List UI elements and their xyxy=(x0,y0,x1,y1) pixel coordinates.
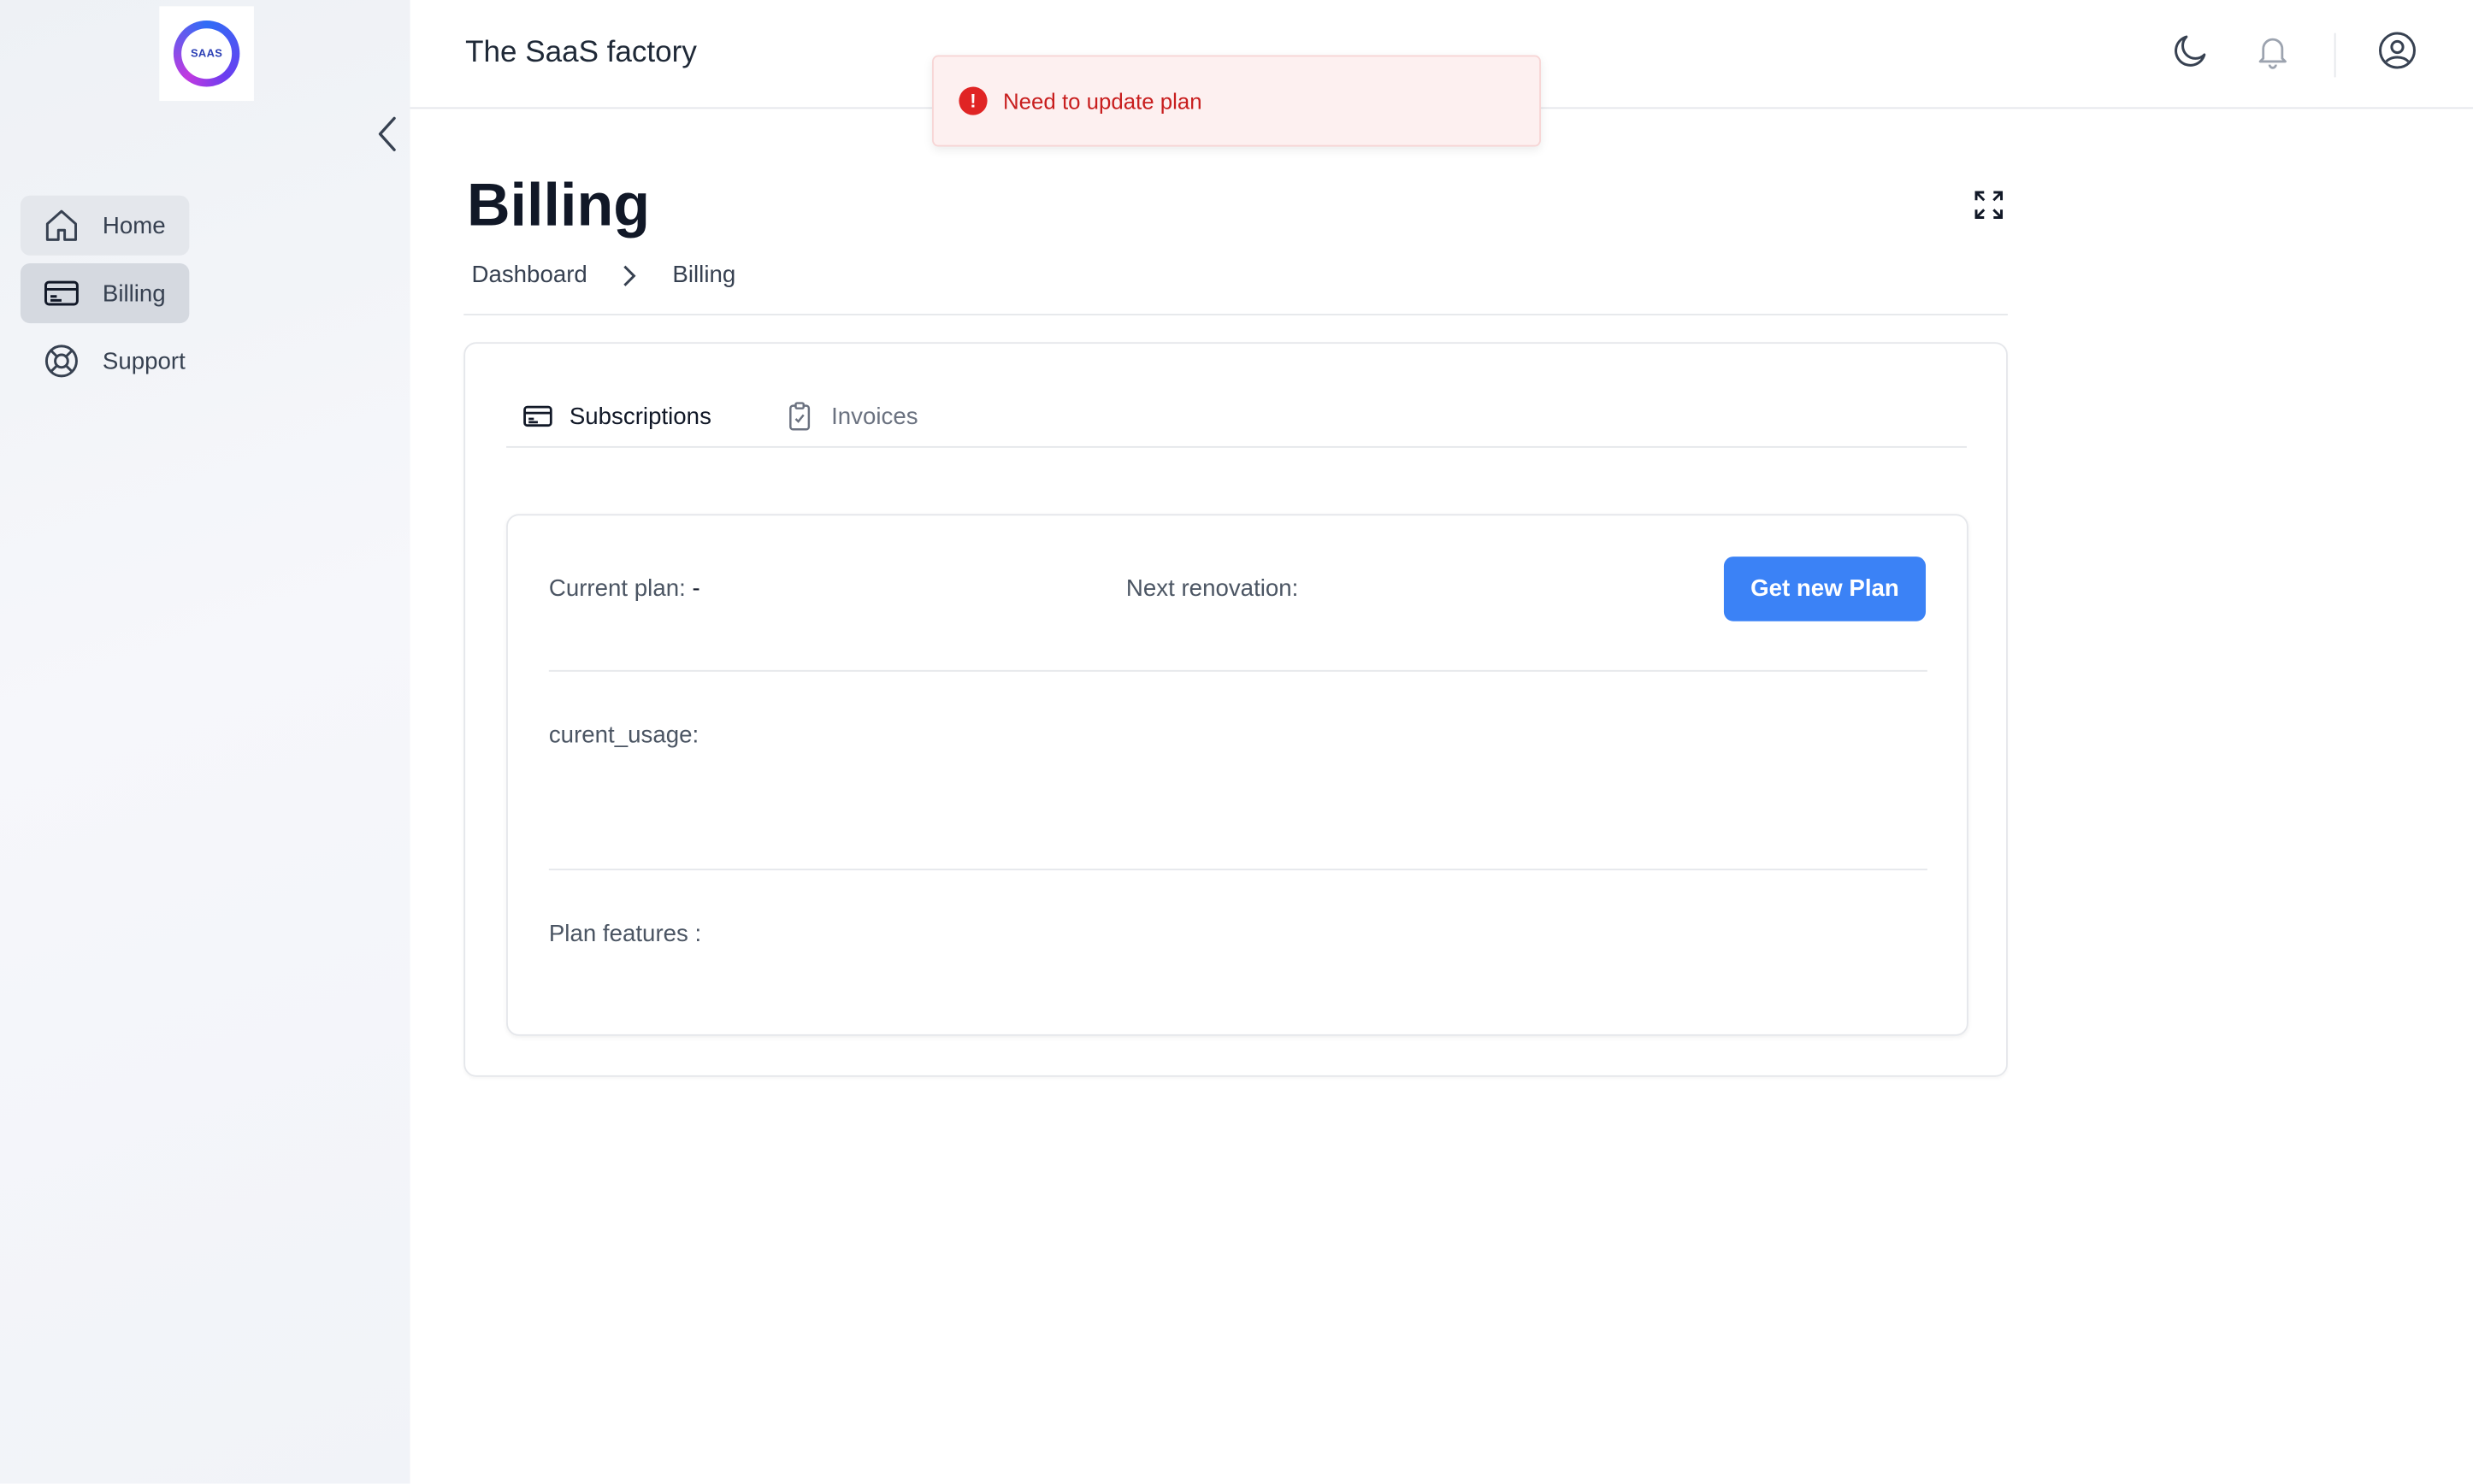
logo-ring: SAAS xyxy=(173,20,240,87)
app-title: The SaaS factory xyxy=(465,36,697,70)
sidebar-item-label: Home xyxy=(102,212,166,239)
tab-label: Invoices xyxy=(831,403,918,430)
page-title: Billing xyxy=(466,173,651,240)
sidebar-item-billing[interactable]: Billing xyxy=(20,263,190,324)
user-menu-button[interactable] xyxy=(2376,28,2420,73)
tab-subscriptions[interactable]: Subscriptions xyxy=(506,388,711,445)
tab-label: Subscriptions xyxy=(569,403,711,430)
home-icon xyxy=(43,207,80,244)
clipboard-check-icon xyxy=(784,400,816,432)
lifebuoy-icon xyxy=(43,342,80,380)
tab-invoices[interactable]: Invoices xyxy=(768,388,918,445)
logo[interactable]: SAAS xyxy=(159,6,254,102)
fullscreen-button[interactable] xyxy=(1972,187,2007,222)
plan-features-label: Plan features : xyxy=(548,921,702,948)
next-renovation-label: Next renovation: xyxy=(1125,575,1299,603)
bell-icon xyxy=(2258,38,2287,69)
sidebar-item-label: Billing xyxy=(102,280,166,307)
title-divider xyxy=(463,314,2008,315)
chevron-right-icon xyxy=(622,262,637,288)
theme-toggle-button[interactable] xyxy=(2169,28,2213,73)
get-new-plan-button[interactable]: Get new Plan xyxy=(1723,556,1927,621)
section-divider xyxy=(548,669,1927,672)
logo-text: SAAS xyxy=(181,28,233,80)
notifications-button[interactable] xyxy=(2251,28,2295,73)
header-divider xyxy=(2334,32,2336,78)
current-usage-label: curent_usage: xyxy=(548,721,699,750)
app-root: SAAS Home Billing Support The SaaS facto… xyxy=(0,0,2473,1484)
sidebar-nav: Home Billing Support xyxy=(20,195,190,399)
billing-card: Subscriptions Invoices Current plan: - N… xyxy=(463,342,2008,1077)
credit-card-icon xyxy=(522,400,553,432)
current-plan-label: Current plan: xyxy=(548,575,686,603)
current-plan-row: Current plan: - xyxy=(549,575,700,602)
alert-icon: ! xyxy=(959,86,988,115)
toast-message: Need to update plan xyxy=(1003,88,1202,114)
current-plan-value: - xyxy=(692,575,700,603)
breadcrumb: Dashboard Billing xyxy=(471,262,735,288)
section-divider xyxy=(548,869,1927,871)
breadcrumb-billing[interactable]: Billing xyxy=(672,262,735,288)
breadcrumb-dashboard[interactable]: Dashboard xyxy=(471,262,587,288)
sidebar-item-home[interactable]: Home xyxy=(20,195,190,256)
moon-icon xyxy=(2175,35,2206,67)
subscription-panel: Current plan: - Next renovation: Get new… xyxy=(506,514,1968,1036)
error-toast[interactable]: ! Need to update plan xyxy=(932,55,1541,147)
sidebar-item-support[interactable]: Support xyxy=(21,331,189,391)
sidebar: SAAS Home Billing Support xyxy=(0,0,410,1484)
credit-card-icon xyxy=(43,274,80,312)
sidebar-item-label: Support xyxy=(102,347,186,375)
tab-bar: Subscriptions Invoices xyxy=(506,388,1967,448)
user-circle-icon xyxy=(2379,32,2416,69)
expand-icon xyxy=(1974,191,2004,220)
collapse-sidebar-button[interactable] xyxy=(372,115,404,153)
chevron-left-icon xyxy=(378,116,396,151)
